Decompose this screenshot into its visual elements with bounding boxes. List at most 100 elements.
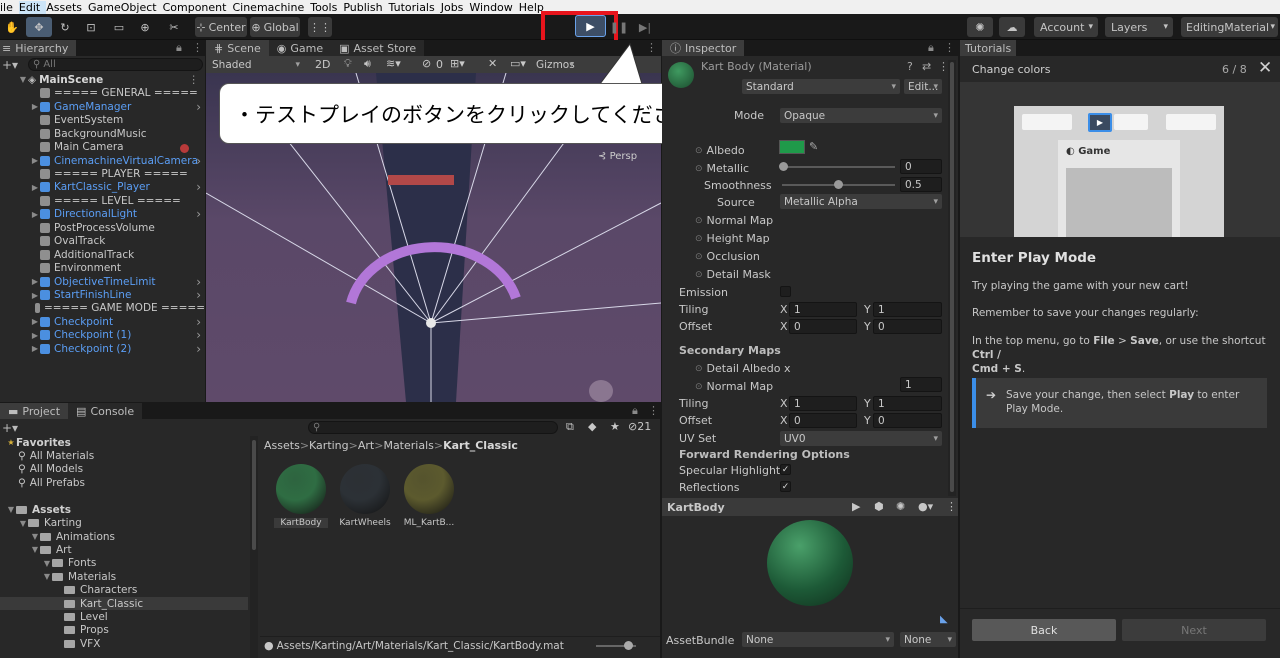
- expand-icon[interactable]: ▼: [42, 559, 52, 568]
- expand-icon[interactable]: ▼: [18, 519, 28, 528]
- close-icon[interactable]: ✕: [1258, 58, 1272, 78]
- breadcrumb-item[interactable]: Materials: [383, 439, 433, 452]
- material-preview[interactable]: ◣: [662, 516, 958, 625]
- favorite-star-icon[interactable]: ★: [610, 420, 620, 433]
- 2d-toggle[interactable]: 2D: [315, 58, 330, 71]
- preview-menu-icon[interactable]: ⋮: [946, 500, 957, 513]
- menu-item[interactable]: GameObject: [88, 1, 163, 14]
- albedo-color-swatch[interactable]: [779, 140, 805, 154]
- effects-icon[interactable]: ≋▾: [386, 57, 401, 70]
- hierarchy-item[interactable]: ▶ KartClassic_Player ›: [30, 180, 205, 194]
- back-button[interactable]: Back: [972, 619, 1116, 641]
- chevron-right-icon[interactable]: ›: [196, 328, 201, 342]
- menu-item[interactable]: Edit: [18, 0, 47, 14]
- scene-menu-icon[interactable]: ⋮: [189, 74, 200, 86]
- hierarchy-item[interactable]: ▶ Checkpoint (1) ›: [30, 328, 205, 342]
- chevron-right-icon[interactable]: ›: [196, 100, 201, 114]
- expand-icon[interactable]: ▶: [30, 156, 40, 165]
- expand-icon[interactable]: ▶: [30, 331, 40, 340]
- help-icon[interactable]: ?: [907, 60, 913, 73]
- offset2-x-field[interactable]: 0: [789, 413, 857, 428]
- smoothness-slider[interactable]: [782, 180, 895, 189]
- panel-menu-icon[interactable]: ⋮: [648, 404, 659, 417]
- hierarchy-item[interactable]: ===== GENERAL =====: [30, 87, 205, 100]
- hidden-count-icon[interactable]: ⊘21: [628, 420, 651, 433]
- chevron-right-icon[interactable]: ›: [196, 180, 201, 194]
- grid-snap-icon[interactable]: ⋮⋮: [308, 17, 332, 37]
- collab-icon[interactable]: ✺: [967, 17, 993, 37]
- asset-tile[interactable]: KartWheels: [338, 464, 392, 534]
- metallic-value-field[interactable]: 0: [900, 159, 942, 174]
- folder-tree-item[interactable]: ▼ Karting: [18, 517, 82, 530]
- tools-icon[interactable]: ✕: [488, 57, 497, 70]
- folder-tree-item[interactable]: Props: [54, 624, 109, 637]
- breadcrumb-item[interactable]: Karting: [309, 439, 349, 452]
- breadcrumb-item[interactable]: Kart_Classic: [443, 439, 518, 452]
- panel-menu-icon[interactable]: ⋮: [192, 41, 203, 54]
- chevron-right-icon[interactable]: ›: [196, 315, 201, 329]
- lock-icon[interactable]: 🔒︎: [632, 404, 638, 418]
- expand-icon[interactable]: ▶: [30, 102, 40, 111]
- hierarchy-item[interactable]: OvalTrack: [30, 235, 205, 248]
- tab-hierarchy[interactable]: ≡ Hierarchy: [0, 40, 77, 56]
- folder-tree-item[interactable]: VFX: [54, 637, 100, 650]
- shader-dropdown[interactable]: Standard: [742, 79, 900, 94]
- camera-icon[interactable]: ▭▾: [510, 57, 526, 70]
- hierarchy-item[interactable]: ▶ CinemachineVirtualCamera ›: [30, 154, 205, 168]
- filter-label-icon[interactable]: ◆: [588, 420, 596, 433]
- panel-menu-icon[interactable]: ⋮: [944, 41, 955, 54]
- project-search-input[interactable]: ⚲: [308, 421, 558, 434]
- texture-slot-icon[interactable]: ⊙: [695, 270, 703, 280]
- hierarchy-item[interactable]: ▶ ObjectiveTimeLimit ›: [30, 275, 205, 289]
- scale-tool-icon[interactable]: ⊡: [80, 17, 102, 37]
- expand-icon[interactable]: ▼: [30, 532, 40, 541]
- chevron-right-icon[interactable]: ›: [196, 342, 201, 356]
- menu-item[interactable]: Tools: [310, 1, 343, 14]
- preset-icon[interactable]: ⇄: [922, 60, 931, 73]
- expand-icon[interactable]: ▶: [30, 277, 40, 286]
- breadcrumb-item[interactable]: Assets: [264, 439, 300, 452]
- expand-icon[interactable]: ▶: [30, 344, 40, 353]
- expand-icon[interactable]: ▶: [30, 291, 40, 300]
- emission-checkbox[interactable]: [780, 286, 791, 297]
- scene-row[interactable]: ▼ ◈ MainScene ⋮: [18, 73, 205, 86]
- layout-dropdown[interactable]: EditingMaterial ▾: [1181, 17, 1278, 37]
- tab-asset-store[interactable]: ▣ Asset Store: [331, 40, 425, 56]
- rotate-tool-icon[interactable]: ↻: [54, 17, 76, 37]
- hierarchy-item[interactable]: ===== PLAYER =====: [30, 167, 205, 180]
- chevron-right-icon[interactable]: ›: [196, 288, 201, 302]
- preview-shape-icon[interactable]: ●▾: [918, 500, 933, 513]
- chevron-right-icon[interactable]: ›: [196, 275, 201, 289]
- uv-set-dropdown[interactable]: UV0: [780, 431, 942, 446]
- grid-icon[interactable]: ⊞▾: [450, 57, 465, 70]
- hierarchy-item[interactable]: EventSystem: [30, 114, 205, 127]
- hierarchy-item[interactable]: ▶ GameManager ›: [30, 100, 205, 114]
- add-icon[interactable]: +▾: [2, 58, 18, 72]
- folder-tree-item[interactable]: Characters: [54, 584, 137, 597]
- reflections-checkbox[interactable]: ✓: [780, 481, 791, 492]
- next-button[interactable]: Next: [1122, 619, 1266, 641]
- expand-icon[interactable]: ▼: [30, 545, 40, 554]
- assets-header[interactable]: ▼ Assets: [6, 503, 71, 516]
- chevron-right-icon[interactable]: ›: [196, 154, 201, 168]
- chevron-right-icon[interactable]: ›: [196, 207, 201, 221]
- hierarchy-item[interactable]: ===== LEVEL =====: [30, 194, 205, 207]
- offset2-y-field[interactable]: 0: [873, 413, 942, 428]
- folder-tree-item[interactable]: ▼ Materials: [42, 570, 116, 583]
- asset-tile[interactable]: KartBody: [274, 464, 328, 534]
- tiling2-y-field[interactable]: 1: [873, 396, 942, 411]
- transform-tool-icon[interactable]: ⊕: [134, 17, 156, 37]
- texture-slot-icon[interactable]: ⊙: [695, 364, 703, 374]
- lock-icon[interactable]: 🔒︎: [176, 41, 182, 55]
- inspector-scrollbar[interactable]: [948, 60, 956, 496]
- rect-tool-icon[interactable]: ▭: [108, 17, 130, 37]
- lock-icon[interactable]: 🔒︎: [928, 41, 934, 55]
- custom-tool-icon[interactable]: ✂: [163, 17, 185, 37]
- menu-item[interactable]: ile: [0, 1, 19, 14]
- texture-slot-icon[interactable]: ⊙: [695, 164, 703, 174]
- tab-game[interactable]: ◉ Game: [268, 40, 332, 56]
- folder-tree-item[interactable]: Kart_Classic: [0, 596, 248, 611]
- tab-tutorials[interactable]: Tutorials: [960, 40, 1017, 56]
- hierarchy-item[interactable]: AdditionalTrack: [30, 248, 205, 261]
- hierarchy-item[interactable]: BackgroundMusic: [30, 127, 205, 140]
